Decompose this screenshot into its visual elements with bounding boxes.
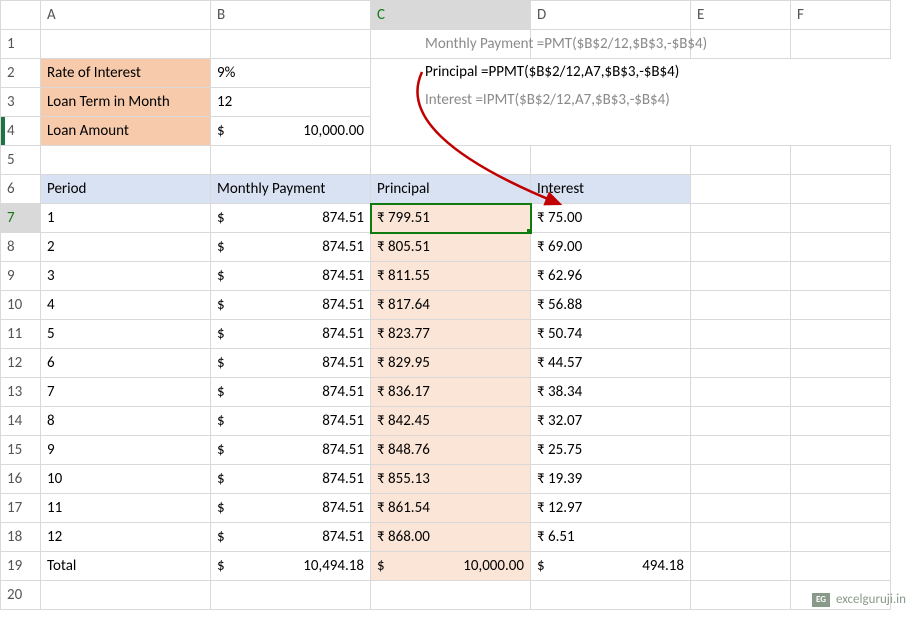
cell-interest[interactable]: ₹ 19.39 bbox=[531, 465, 691, 494]
label-amount[interactable]: Loan Amount bbox=[41, 117, 211, 146]
cell-monthly[interactable]: $874.51 bbox=[211, 436, 371, 465]
cell-interest[interactable]: ₹ 38.34 bbox=[531, 378, 691, 407]
cell-interest[interactable]: ₹ 6.51 bbox=[531, 523, 691, 552]
row-header[interactable]: 12 bbox=[1, 349, 41, 378]
row-header[interactable]: 18 bbox=[1, 523, 41, 552]
row-5[interactable]: 5 bbox=[1, 146, 41, 175]
watermark-logo: EG bbox=[812, 593, 830, 607]
cell-period[interactable]: 4 bbox=[41, 291, 211, 320]
cell-interest[interactable]: ₹ 12.97 bbox=[531, 494, 691, 523]
cell-principal[interactable]: ₹ 842.45 bbox=[371, 407, 531, 436]
cell-monthly[interactable]: $874.51 bbox=[211, 407, 371, 436]
currency-symbol: $ bbox=[217, 122, 225, 140]
row-header[interactable]: 17 bbox=[1, 494, 41, 523]
hdr-monthly[interactable]: Monthly Payment bbox=[211, 175, 371, 204]
cell-period[interactable]: 8 bbox=[41, 407, 211, 436]
select-all-cell[interactable] bbox=[1, 1, 41, 30]
cell-monthly[interactable]: $874.51 bbox=[211, 204, 371, 233]
cell-principal[interactable]: ₹ 836.17 bbox=[371, 378, 531, 407]
col-C[interactable]: C bbox=[371, 1, 531, 30]
cell-monthly[interactable]: $874.51 bbox=[211, 233, 371, 262]
cell-period[interactable]: 11 bbox=[41, 494, 211, 523]
hdr-interest[interactable]: Interest bbox=[531, 175, 691, 204]
col-F[interactable]: F bbox=[791, 1, 891, 30]
cell-period[interactable]: 7 bbox=[41, 378, 211, 407]
watermark-text: excelguruji.in bbox=[836, 592, 906, 607]
cell-period[interactable]: 5 bbox=[41, 320, 211, 349]
row-header[interactable]: 11 bbox=[1, 320, 41, 349]
total-interest[interactable]: $494.18 bbox=[531, 552, 691, 581]
cell-principal[interactable]: ₹ 855.13 bbox=[371, 465, 531, 494]
cell-principal[interactable]: ₹ 823.77 bbox=[371, 320, 531, 349]
cell-monthly[interactable]: $874.51 bbox=[211, 465, 371, 494]
hdr-period[interactable]: Period bbox=[41, 175, 211, 204]
total-principal[interactable]: $10,000.00 bbox=[371, 552, 531, 581]
column-header-row: A B C D E F bbox=[1, 1, 891, 30]
row-header[interactable]: 14 bbox=[1, 407, 41, 436]
cell-monthly[interactable]: $874.51 bbox=[211, 523, 371, 552]
watermark: EG excelguruji.in bbox=[812, 592, 906, 607]
cell-principal[interactable]: ₹ 848.76 bbox=[371, 436, 531, 465]
cell-period[interactable]: 3 bbox=[41, 262, 211, 291]
col-E[interactable]: E bbox=[691, 1, 791, 30]
row-header[interactable]: 15 bbox=[1, 436, 41, 465]
cell-interest[interactable]: ₹ 32.07 bbox=[531, 407, 691, 436]
cell-interest[interactable]: ₹ 75.00 bbox=[531, 204, 691, 233]
cell-principal[interactable]: ₹ 811.55 bbox=[371, 262, 531, 291]
cell-interest[interactable]: ₹ 25.75 bbox=[531, 436, 691, 465]
cell-monthly[interactable]: $874.51 bbox=[211, 320, 371, 349]
total-label[interactable]: Total bbox=[41, 552, 211, 581]
label-term[interactable]: Loan Term in Month bbox=[41, 88, 211, 117]
cell-principal[interactable]: ₹ 829.95 bbox=[371, 349, 531, 378]
cell-period[interactable]: 10 bbox=[41, 465, 211, 494]
row-header[interactable]: 7 bbox=[1, 204, 41, 233]
cell-monthly[interactable]: $874.51 bbox=[211, 494, 371, 523]
cell-principal[interactable]: ₹ 861.54 bbox=[371, 494, 531, 523]
col-A[interactable]: A bbox=[41, 1, 211, 30]
row-header[interactable]: 16 bbox=[1, 465, 41, 494]
cell-monthly[interactable]: $874.51 bbox=[211, 378, 371, 407]
row-header[interactable]: 8 bbox=[1, 233, 41, 262]
cell-period[interactable]: 6 bbox=[41, 349, 211, 378]
cell-monthly[interactable]: $874.51 bbox=[211, 291, 371, 320]
value-term[interactable]: 12 bbox=[211, 88, 371, 117]
cell-interest[interactable]: ₹ 44.57 bbox=[531, 349, 691, 378]
cell-interest[interactable]: ₹ 62.96 bbox=[531, 262, 691, 291]
cell-period[interactable]: 2 bbox=[41, 233, 211, 262]
row-4[interactable]: 4 bbox=[1, 117, 41, 146]
cell-interest[interactable]: ₹ 69.00 bbox=[531, 233, 691, 262]
total-monthly[interactable]: $10,494.18 bbox=[211, 552, 371, 581]
cell-principal[interactable]: ₹ 817.64 bbox=[371, 291, 531, 320]
row-1[interactable]: 1 bbox=[1, 30, 41, 59]
cell-period[interactable]: 1 bbox=[41, 204, 211, 233]
col-B[interactable]: B bbox=[211, 1, 371, 30]
cell-interest[interactable]: ₹ 56.88 bbox=[531, 291, 691, 320]
cell-period[interactable]: 12 bbox=[41, 523, 211, 552]
row-6[interactable]: 6 bbox=[1, 175, 41, 204]
row-header[interactable]: 10 bbox=[1, 291, 41, 320]
row-2[interactable]: 2 bbox=[1, 59, 41, 88]
value-amount[interactable]: $10,000.00 bbox=[211, 117, 371, 146]
cell-monthly[interactable]: $874.51 bbox=[211, 262, 371, 291]
value-rate[interactable]: 9% bbox=[211, 59, 371, 88]
cell-principal[interactable]: ₹ 799.51 bbox=[371, 204, 531, 233]
row-3[interactable]: 3 bbox=[1, 88, 41, 117]
row-19[interactable]: 19 bbox=[1, 552, 41, 581]
cell-period[interactable]: 9 bbox=[41, 436, 211, 465]
row-20[interactable]: 20 bbox=[1, 581, 41, 610]
label-rate[interactable]: Rate of Interest bbox=[41, 59, 211, 88]
cell-monthly[interactable]: $874.51 bbox=[211, 349, 371, 378]
spreadsheet-grid[interactable]: A B C D E F 1 2 Rate of Interest 9% 3 Lo… bbox=[0, 0, 891, 610]
amount-value: 10,000.00 bbox=[303, 122, 364, 140]
cell-principal[interactable]: ₹ 805.51 bbox=[371, 233, 531, 262]
col-D[interactable]: D bbox=[531, 1, 691, 30]
row-header[interactable]: 13 bbox=[1, 378, 41, 407]
cell-principal[interactable]: ₹ 868.00 bbox=[371, 523, 531, 552]
hdr-principal[interactable]: Principal bbox=[371, 175, 531, 204]
row-header[interactable]: 9 bbox=[1, 262, 41, 291]
cell-interest[interactable]: ₹ 50.74 bbox=[531, 320, 691, 349]
